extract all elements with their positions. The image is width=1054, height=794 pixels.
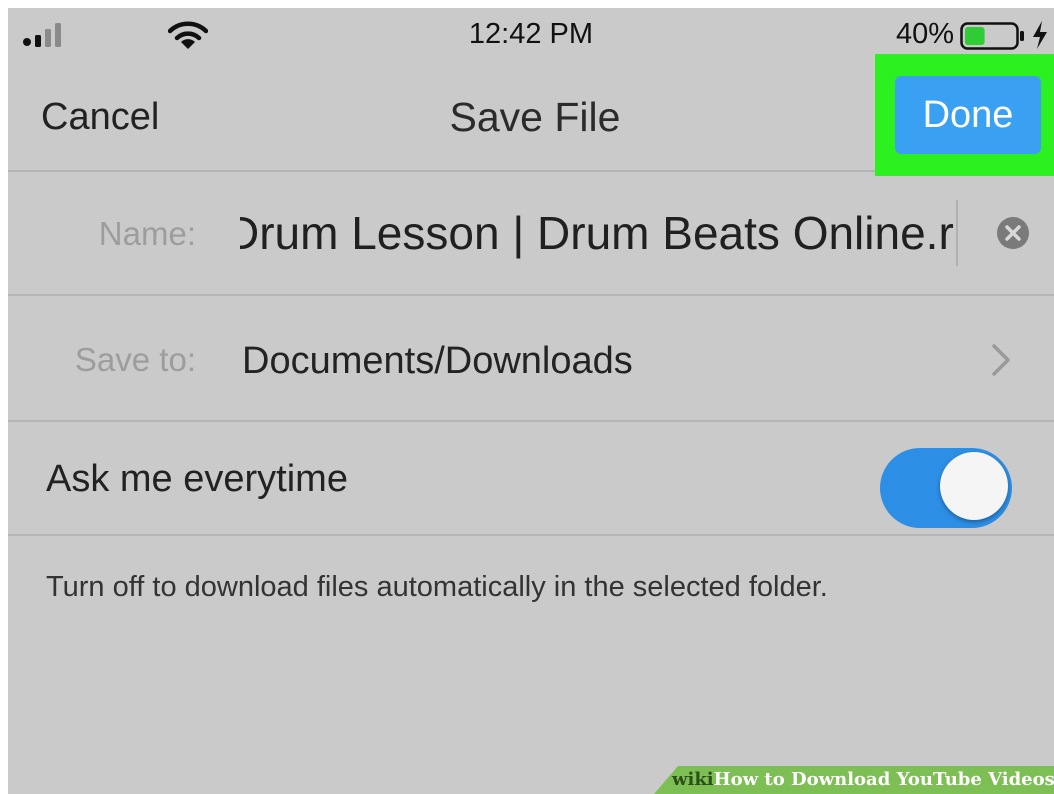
name-label: Name:: [98, 215, 196, 252]
chevron-right-icon: [992, 344, 1010, 376]
ask-me-toggle[interactable]: [880, 448, 1012, 528]
status-bar: 12:42 PM 40%: [8, 8, 1054, 60]
name-input[interactable]: Drum Lesson | Drum Beats Online.r: [240, 200, 960, 266]
save-to-value: Documents/Downloads: [242, 340, 633, 382]
charging-bolt-icon: [1033, 21, 1047, 49]
done-button[interactable]: Done: [895, 76, 1041, 154]
toggle-knob: [940, 452, 1008, 520]
footer-hint: Turn off to download files automatically…: [46, 571, 828, 603]
name-row: Name: Drum Lesson | Drum Beats Online.r: [8, 172, 1054, 296]
battery-percent: 40%: [895, 18, 954, 50]
watermark-brand: wiki: [672, 769, 714, 790]
watermark-text: wikiHow to Download YouTube Videos: [672, 769, 1054, 790]
navigation-bar: Cancel Save File Done: [8, 54, 1054, 176]
clear-icon[interactable]: [996, 216, 1030, 250]
save-to-label: Save to:: [74, 341, 196, 378]
ask-me-label: Ask me everytime: [46, 458, 348, 500]
battery-icon: [960, 22, 1024, 50]
ask-me-row: Ask me everytime: [8, 422, 1054, 536]
name-input-value: Drum Lesson | Drum Beats Online.r: [240, 207, 954, 259]
watermark-title: How to Download YouTube Videos: [713, 769, 1054, 790]
text-cursor: [956, 200, 958, 266]
save-to-row[interactable]: Save to: Documents/Downloads: [8, 296, 1054, 422]
save-file-screen: 12:42 PM 40% Cancel Save File Done Name:…: [8, 8, 1054, 794]
